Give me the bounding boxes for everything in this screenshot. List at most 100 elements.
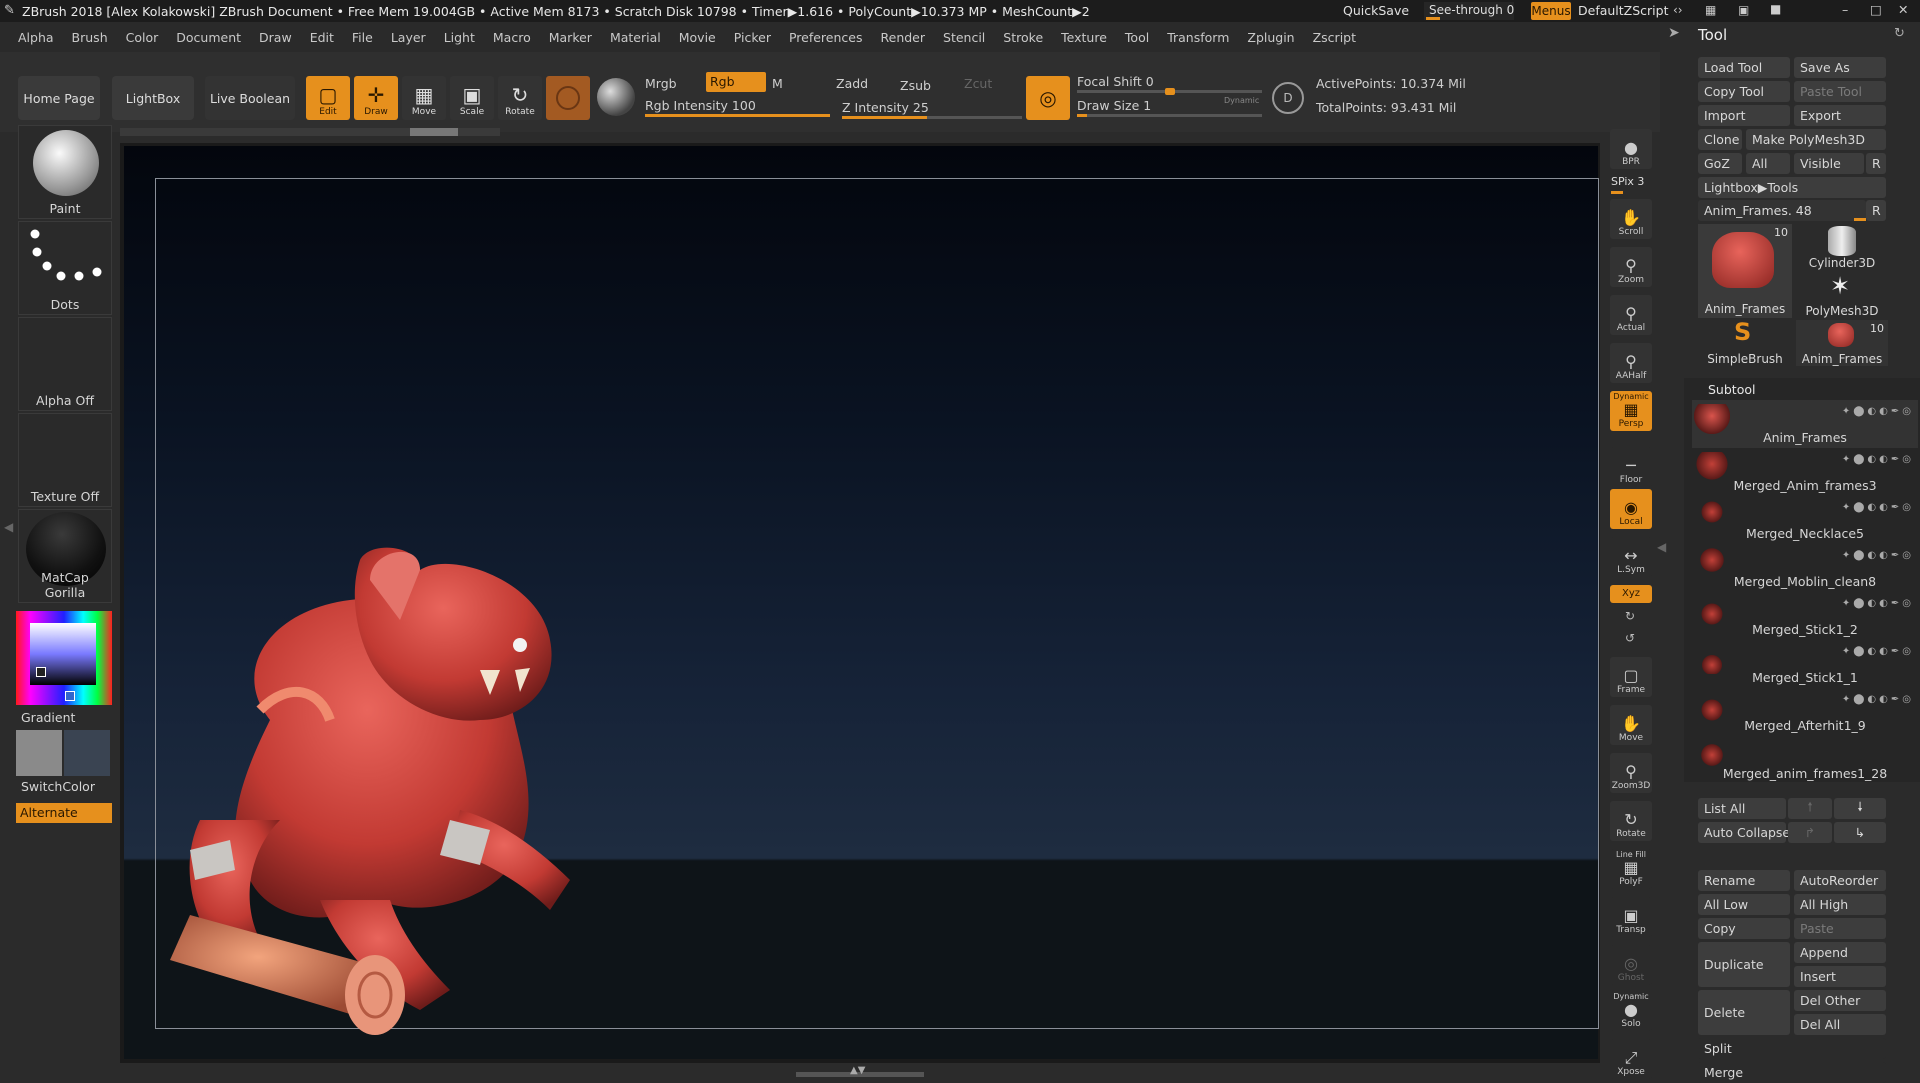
main-color-swatch[interactable] xyxy=(16,730,62,776)
menus-toggle[interactable]: Menus xyxy=(1531,2,1571,20)
tool-thumb-polymesh[interactable]: ✶ PolyMesh3D xyxy=(1796,272,1888,318)
quicksave-button[interactable]: QuickSave xyxy=(1343,3,1409,18)
paste-subtool-button[interactable]: Paste xyxy=(1794,918,1886,939)
subtool-row[interactable]: ✦⬤◐◐✒◎ Merged_Moblin_clean8 xyxy=(1692,544,1918,592)
edit-mode-button[interactable]: ▢ Edit xyxy=(306,76,350,120)
paste-tool-button[interactable]: Paste Tool xyxy=(1794,81,1886,102)
ui-layout-icon[interactable]: ▦ xyxy=(1705,3,1716,17)
goz-all-button[interactable]: All xyxy=(1746,153,1790,174)
canvas-scroll-bar[interactable] xyxy=(120,128,500,136)
subtool-toggles-icon[interactable]: ✦⬤◐◐✒◎ xyxy=(1842,406,1914,417)
tool-thumb-cylinder[interactable]: Cylinder3D xyxy=(1796,224,1888,270)
subtool-toggles-icon[interactable]: ✦⬤◐◐✒◎ xyxy=(1842,502,1914,513)
move-down-icon[interactable]: ↳ xyxy=(1834,822,1886,843)
menu-material[interactable]: Material xyxy=(610,30,661,45)
menu-zscript[interactable]: Zscript xyxy=(1313,30,1356,45)
tool-thumb-anim-frames[interactable]: 10 Anim_Frames xyxy=(1698,224,1792,318)
lazy-mouse-icon[interactable]: ◎ xyxy=(1026,76,1070,120)
hue-handle[interactable] xyxy=(65,691,75,701)
menu-document[interactable]: Document xyxy=(176,30,241,45)
duplicate-button[interactable]: Duplicate xyxy=(1698,942,1790,987)
m-button[interactable]: M xyxy=(772,76,783,91)
rotate-z-icon[interactable]: ↺ xyxy=(1625,631,1635,645)
menu-stroke[interactable]: Stroke xyxy=(1003,30,1043,45)
stroke-selector[interactable]: Dots xyxy=(18,221,112,315)
zsub-button[interactable]: Zsub xyxy=(900,78,931,93)
rgb-button[interactable]: Rgb xyxy=(706,72,766,92)
material-sphere-button[interactable] xyxy=(546,76,590,120)
zoom-button[interactable]: ⚲ Zoom xyxy=(1610,247,1652,287)
local-button[interactable]: ◉ Local xyxy=(1610,489,1652,529)
maximize-icon[interactable]: □ xyxy=(1870,2,1882,17)
dynamic-draw-icon[interactable]: D xyxy=(1272,82,1304,114)
rotate-mode-button[interactable]: ↻ Rotate xyxy=(498,76,542,120)
solo-button[interactable]: Dynamic ● Solo xyxy=(1610,991,1652,1031)
color-picker-handle[interactable] xyxy=(36,667,46,677)
arrow-down-icon[interactable]: 🠗 xyxy=(1834,798,1886,819)
dynamic-size-toggle[interactable]: Dynamic xyxy=(1224,96,1259,105)
menu-texture[interactable]: Texture xyxy=(1061,30,1107,45)
live-boolean-button[interactable]: Live Boolean xyxy=(205,76,295,120)
polyf-button[interactable]: Line Fill ▦ PolyF xyxy=(1610,849,1652,889)
rgb-intensity-slider[interactable] xyxy=(645,114,830,117)
menu-tool[interactable]: Tool xyxy=(1125,30,1149,45)
menu-transform[interactable]: Transform xyxy=(1167,30,1229,45)
menu-render[interactable]: Render xyxy=(881,30,926,45)
right-collapse-icon[interactable]: ◀ xyxy=(1657,540,1666,554)
aahalf-button[interactable]: ⚲ AAHalf xyxy=(1610,343,1652,383)
goz-r-button[interactable]: R xyxy=(1866,153,1886,174)
move-mode-button[interactable]: ▦ Move xyxy=(402,76,446,120)
list-all-button[interactable]: List All xyxy=(1698,798,1786,819)
menu-picker[interactable]: Picker xyxy=(734,30,771,45)
rotate-y-icon[interactable]: ↻ xyxy=(1625,609,1635,623)
menu-alpha[interactable]: Alpha xyxy=(18,30,54,45)
gradient-button[interactable]: Gradient xyxy=(21,710,75,725)
floor-button[interactable]: ─ Floor xyxy=(1610,447,1652,487)
zbrush-logo-icon[interactable]: ✎ xyxy=(4,3,15,18)
menu-edit[interactable]: Edit xyxy=(310,30,334,45)
menu-preferences[interactable]: Preferences xyxy=(789,30,863,45)
menu-movie[interactable]: Movie xyxy=(679,30,716,45)
goz-button[interactable]: GoZ xyxy=(1698,153,1742,174)
subtool-toggles-icon[interactable]: ✦⬤◐◐✒◎ xyxy=(1842,598,1914,609)
close-icon[interactable]: ✕ xyxy=(1898,2,1908,17)
tool-pin-icon[interactable]: ➤ xyxy=(1668,25,1680,41)
transp-button[interactable]: ▣ Transp xyxy=(1610,897,1652,937)
menu-file[interactable]: File xyxy=(352,30,373,45)
arrow-up-icon[interactable]: 🠕 xyxy=(1788,798,1832,819)
append-button[interactable]: Append xyxy=(1794,942,1886,963)
clone-button[interactable]: Clone xyxy=(1698,129,1742,150)
del-other-button[interactable]: Del Other xyxy=(1794,990,1886,1011)
export-button[interactable]: Export xyxy=(1794,105,1886,126)
texture-selector[interactable]: Texture Off xyxy=(18,413,112,507)
subtool-row[interactable]: ✦⬤◐◐✒◎ Merged_Anim_frames3 xyxy=(1692,448,1918,496)
brush-selector[interactable]: Paint xyxy=(18,125,112,219)
lightbox-button[interactable]: LightBox xyxy=(112,76,194,120)
subtool-row[interactable]: ✦⬤◐◐✒◎ Merged_Stick1_2 xyxy=(1692,592,1918,640)
alternate-toggle[interactable]: Alternate xyxy=(16,803,112,823)
subtool-row[interactable]: ✦⬤◐◐✒◎ Anim_Frames xyxy=(1692,400,1918,448)
subtool-toggles-icon[interactable]: ✦⬤◐◐✒◎ xyxy=(1842,550,1914,561)
subtool-row[interactable]: ✦⬤◐◐✒◎ Merged_Afterhit1_9 xyxy=(1692,688,1918,736)
draw-size-slider[interactable] xyxy=(1077,114,1262,117)
see-through-slider[interactable]: See-through 0 xyxy=(1424,2,1514,20)
bpr-button[interactable]: ● BPR xyxy=(1610,129,1652,169)
subtool-header[interactable]: Subtool xyxy=(1708,382,1755,397)
zadd-button[interactable]: Zadd xyxy=(836,76,868,91)
frame-button[interactable]: ▢ Frame xyxy=(1610,657,1652,697)
insert-button[interactable]: Insert xyxy=(1794,966,1886,987)
subtool-row[interactable]: Merged_anim_frames1_28 xyxy=(1692,736,1918,784)
minimize-icon[interactable]: – xyxy=(1842,2,1848,17)
goz-visible-button[interactable]: Visible xyxy=(1794,153,1864,174)
anim-frames-r-button[interactable]: R xyxy=(1866,200,1886,221)
import-button[interactable]: Import xyxy=(1698,105,1790,126)
menu-color[interactable]: Color xyxy=(126,30,159,45)
lsym-button[interactable]: ↔ L.Sym xyxy=(1610,537,1652,577)
secondary-color-swatch[interactable] xyxy=(64,730,110,776)
tool-thumb-anim-frames-2[interactable]: 10 Anim_Frames xyxy=(1796,320,1888,366)
load-tool-button[interactable]: Load Tool xyxy=(1698,57,1790,78)
subtool-toggles-icon[interactable]: ✦⬤◐◐✒◎ xyxy=(1842,646,1914,657)
menu-brush[interactable]: Brush xyxy=(72,30,108,45)
menu-macro[interactable]: Macro xyxy=(493,30,531,45)
lock-icon[interactable]: ■ xyxy=(1770,2,1781,16)
